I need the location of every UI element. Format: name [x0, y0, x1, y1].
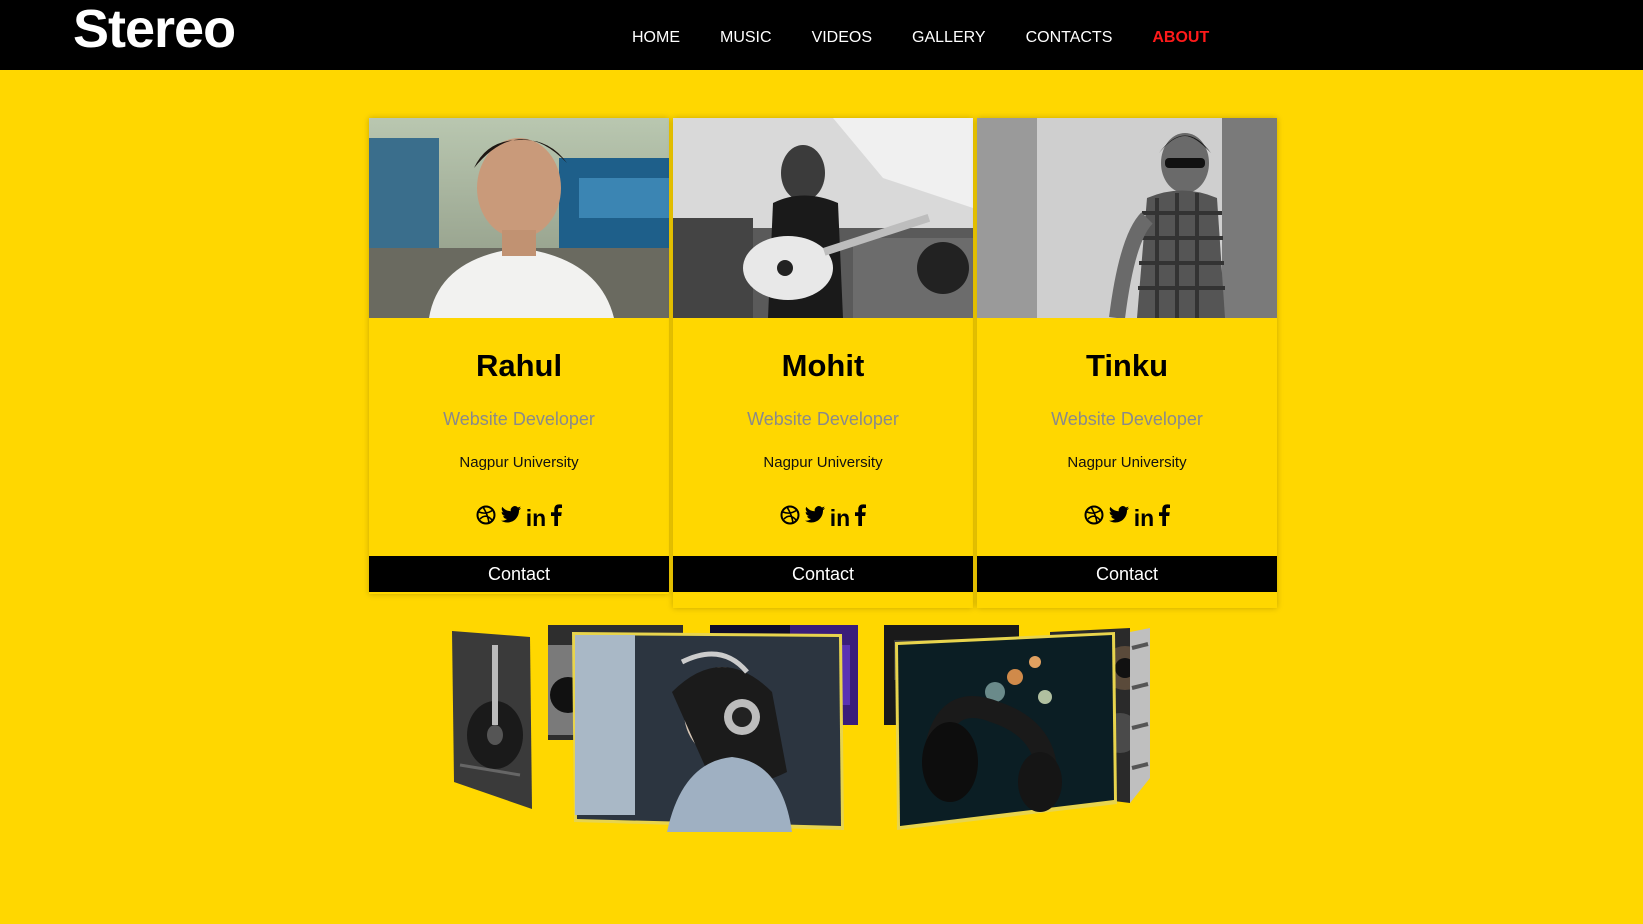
dribbble-icon[interactable] — [780, 505, 800, 530]
carousel-slide-guitar[interactable] — [450, 625, 536, 815]
linkedin-icon[interactable]: in — [830, 506, 850, 529]
profile-photo-mohit — [673, 118, 973, 318]
carousel-slide-headphones-bokeh[interactable] — [895, 632, 1117, 832]
team-card-mohit: Mohit Website Developer Nagpur Universit… — [673, 118, 973, 608]
contact-button[interactable]: Contact — [977, 556, 1277, 592]
dribbble-icon[interactable] — [476, 505, 496, 530]
member-university: Nagpur University — [763, 454, 883, 471]
member-name: Tinku — [1085, 348, 1169, 383]
profile-photo-rahul — [369, 118, 669, 318]
linkedin-icon[interactable]: in — [1134, 506, 1154, 529]
top-navbar: Stereo HOME MUSIC VIDEOS GALLERY CONTACT… — [0, 0, 1643, 70]
dribbble-icon[interactable] — [1084, 505, 1104, 530]
member-university: Nagpur University — [459, 454, 579, 471]
photo-carousel[interactable] — [440, 620, 1160, 880]
nav-gallery[interactable]: GALLERY — [912, 28, 986, 48]
member-role: Website Developer — [1051, 409, 1203, 429]
team-card-tinku: Tinku Website Developer Nagpur Universit… — [977, 118, 1277, 608]
nav-home[interactable]: HOME — [632, 28, 680, 48]
facebook-icon[interactable] — [854, 504, 867, 531]
twitter-icon[interactable] — [804, 505, 826, 530]
facebook-icon[interactable] — [550, 504, 563, 531]
contact-button[interactable]: Contact — [673, 556, 973, 592]
social-links-rahul: in — [369, 504, 669, 531]
member-university: Nagpur University — [1067, 454, 1187, 471]
nav-videos[interactable]: VIDEOS — [812, 28, 872, 48]
facebook-icon[interactable] — [1158, 504, 1171, 531]
nav-music[interactable]: MUSIC — [720, 28, 772, 48]
profile-photo-tinku — [977, 118, 1277, 318]
social-links-mohit: in — [673, 504, 973, 531]
member-name: Rahul — [475, 348, 563, 383]
nav-about[interactable]: ABOUT — [1152, 28, 1209, 48]
linkedin-icon[interactable]: in — [526, 506, 546, 529]
twitter-icon[interactable] — [1108, 505, 1130, 530]
twitter-icon[interactable] — [500, 505, 522, 530]
contact-button[interactable]: Contact — [369, 556, 669, 592]
site-logo[interactable]: Stereo — [73, 2, 236, 56]
member-role: Website Developer — [747, 409, 899, 429]
member-role: Website Developer — [443, 409, 595, 429]
member-name: Mohit — [781, 348, 865, 383]
main-nav: HOME MUSIC VIDEOS GALLERY CONTACTS ABOUT — [632, 28, 1249, 48]
nav-contacts[interactable]: CONTACTS — [1026, 28, 1113, 48]
carousel-slide-headphones-girl[interactable] — [572, 632, 844, 832]
social-links-tinku: in — [977, 504, 1277, 531]
